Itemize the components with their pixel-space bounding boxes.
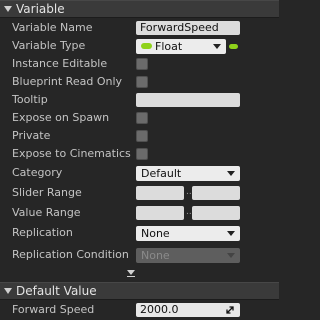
tooltip-label: Tooltip <box>12 93 48 106</box>
row-private: Private <box>0 127 279 145</box>
default-value-section-title: Default Value <box>16 284 97 298</box>
instance-editable-label: Instance Editable <box>12 57 108 70</box>
variable-type-dropdown[interactable]: Float <box>136 39 226 54</box>
variable-type-label: Variable Type <box>12 39 86 52</box>
row-blueprint-read-only: Blueprint Read Only <box>0 73 279 91</box>
row-expose-to-cinematics: Expose to Cinematics <box>0 145 279 163</box>
value-range-min-input[interactable] <box>136 206 184 220</box>
expose-on-spawn-label: Expose on Spawn <box>12 111 110 124</box>
slider-range-label: Slider Range <box>12 186 82 199</box>
chevron-down-icon <box>127 270 135 275</box>
replication-value: None <box>141 227 170 240</box>
row-replication: Replication None <box>0 224 279 242</box>
variable-section-title: Variable <box>16 2 65 16</box>
variable-name-label: Variable Name <box>12 21 93 34</box>
row-slider-range: Slider Range .. <box>0 184 279 202</box>
chevron-down-icon <box>227 253 235 258</box>
private-checkbox[interactable] <box>136 130 148 142</box>
value-range-separator: .. <box>186 207 192 217</box>
advanced-expander[interactable] <box>0 266 279 280</box>
replication-condition-dropdown: None <box>136 248 240 263</box>
row-expose-on-spawn: Expose on Spawn <box>0 109 279 127</box>
variable-name-input[interactable]: ForwardSpeed <box>136 21 240 35</box>
row-replication-condition: Replication Condition None <box>0 246 279 264</box>
forward-speed-label: Forward Speed <box>12 303 95 316</box>
replication-condition-label: Replication Condition <box>12 248 129 261</box>
expose-to-cinematics-checkbox[interactable] <box>136 148 148 160</box>
variable-type-value: Float <box>155 40 183 53</box>
blueprint-read-only-label: Blueprint Read Only <box>12 75 123 88</box>
slider-range-min-input[interactable] <box>136 186 184 200</box>
category-dropdown[interactable]: Default <box>136 166 240 181</box>
instance-editable-checkbox[interactable] <box>136 58 148 70</box>
row-variable-name: Variable Name ForwardSpeed <box>0 19 279 37</box>
expose-to-cinematics-label: Expose to Cinematics <box>12 147 131 160</box>
category-label: Category <box>12 166 63 179</box>
slider-range-max-input[interactable] <box>192 186 240 200</box>
default-value-section-header[interactable]: Default Value <box>0 282 279 300</box>
row-instance-editable: Instance Editable <box>0 55 279 73</box>
expose-on-spawn-checkbox[interactable] <box>136 112 148 124</box>
triangle-down-icon <box>4 288 12 294</box>
row-variable-type: Variable Type Float <box>0 37 279 55</box>
replication-label: Replication <box>12 226 73 239</box>
forward-speed-value: 2000.0 <box>140 303 179 316</box>
value-range-label: Value Range <box>12 206 81 219</box>
forward-speed-input[interactable]: 2000.0 <box>136 303 240 317</box>
expander-line <box>127 276 135 277</box>
replication-dropdown[interactable]: None <box>136 226 240 241</box>
chevron-down-icon <box>213 44 221 49</box>
triangle-down-icon <box>4 6 12 12</box>
blueprint-read-only-checkbox[interactable] <box>136 76 148 88</box>
chevron-down-icon <box>227 171 235 176</box>
private-label: Private <box>12 129 51 142</box>
row-value-range: Value Range .. <box>0 204 279 222</box>
row-category: Category Default <box>0 164 279 182</box>
row-tooltip: Tooltip <box>0 91 279 109</box>
replication-condition-value: None <box>141 249 170 262</box>
value-range-max-input[interactable] <box>192 206 240 220</box>
resize-arrows-icon[interactable] <box>226 306 234 314</box>
category-value: Default <box>141 167 182 180</box>
container-type-pin-icon[interactable] <box>229 44 238 49</box>
chevron-down-icon <box>227 231 235 236</box>
float-pin-icon <box>141 43 152 49</box>
variable-section-header[interactable]: Variable <box>0 0 279 18</box>
tooltip-input[interactable] <box>136 93 240 107</box>
slider-range-separator: .. <box>186 187 192 197</box>
row-forward-speed: Forward Speed 2000.0 <box>0 301 279 319</box>
